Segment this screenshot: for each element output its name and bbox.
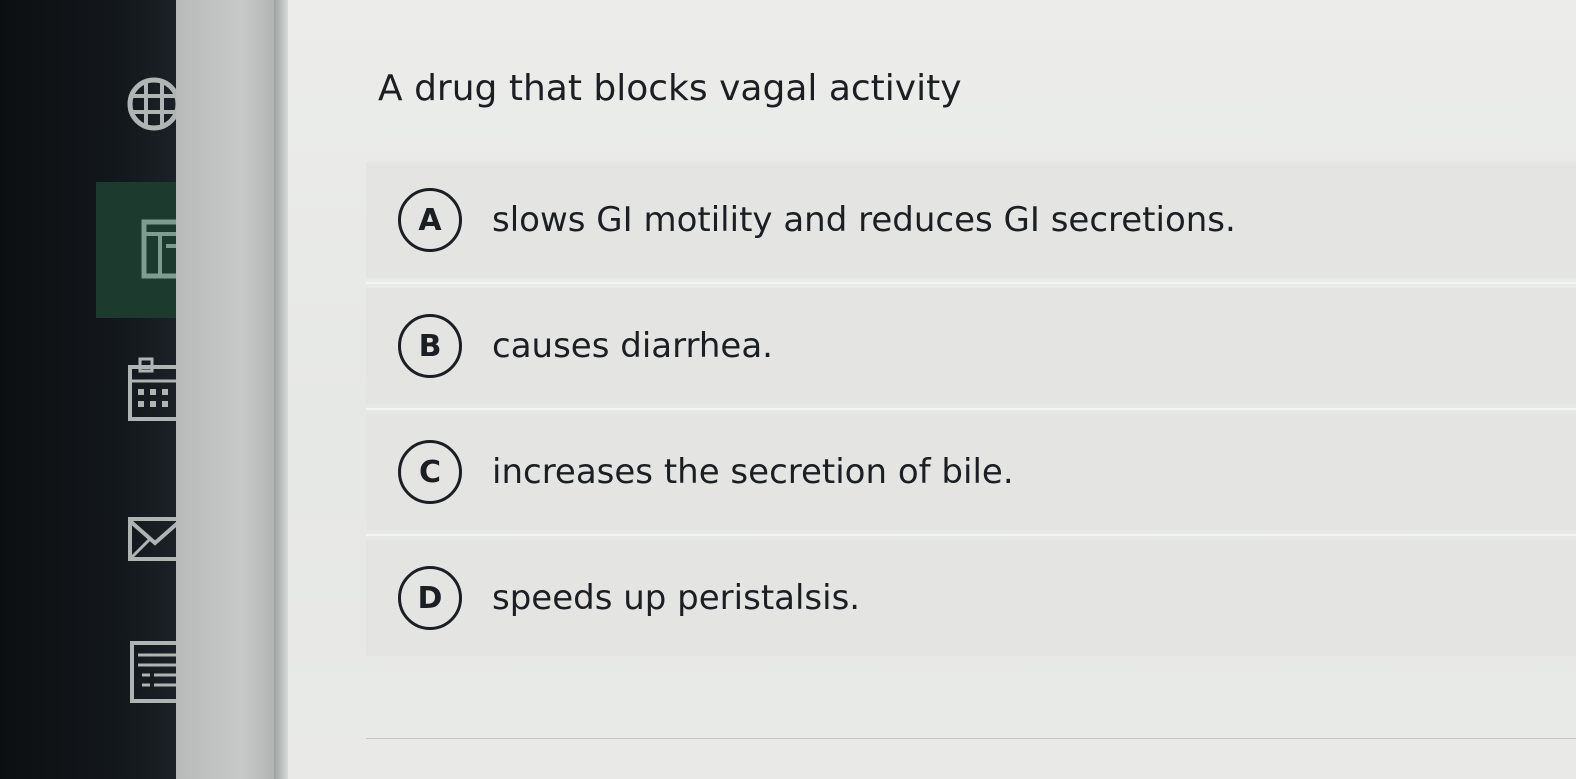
option-divider	[366, 282, 1576, 284]
option-letter-c: C	[398, 440, 462, 504]
sidebar-item-globe[interactable]	[120, 76, 176, 132]
sidebar-item-notes[interactable]	[120, 641, 176, 703]
sidebar-item-calendar[interactable]	[120, 357, 176, 421]
option-letter-b: B	[398, 314, 462, 378]
page-layout-icon	[120, 216, 176, 280]
option-text-c: increases the secretion of bile.	[492, 452, 1014, 492]
option-divider	[366, 408, 1576, 410]
document-list-icon	[120, 639, 176, 705]
sidebar-item-layout[interactable]	[120, 219, 176, 279]
option-letter-d: D	[398, 566, 462, 630]
answer-option-c[interactable]: C increases the secretion of bile.	[366, 414, 1576, 530]
option-divider	[366, 534, 1576, 536]
content-edge	[274, 0, 288, 779]
globe-icon	[120, 74, 176, 134]
answer-option-d[interactable]: D speeds up peristalsis.	[366, 540, 1576, 656]
answer-option-b[interactable]: B causes diarrhea.	[366, 288, 1576, 404]
calendar-icon	[120, 357, 176, 423]
answer-option-a[interactable]: A slows GI motility and reduces GI secre…	[366, 162, 1576, 278]
question-text: A drug that blocks vagal activity	[378, 68, 962, 109]
app-sidebar	[0, 0, 176, 779]
option-text-b: causes diarrhea.	[492, 326, 773, 366]
mail-icon	[120, 513, 176, 563]
sidebar-item-mail[interactable]	[120, 510, 176, 566]
option-letter-a: A	[398, 188, 462, 252]
option-text-a: slows GI motility and reduces GI secreti…	[492, 200, 1236, 240]
option-text-d: speeds up peristalsis.	[492, 578, 861, 618]
bottom-divider	[366, 738, 1576, 739]
sidebar-gutter	[176, 0, 286, 779]
